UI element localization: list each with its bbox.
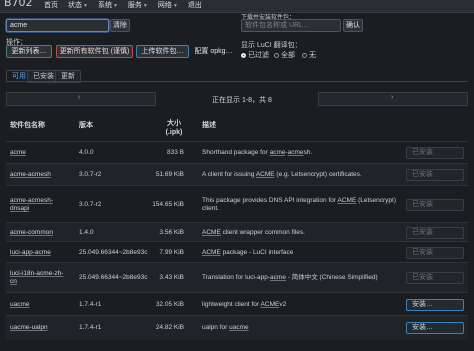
- package-version: 3.0.7-r2: [79, 201, 102, 208]
- nav-item-logout[interactable]: 退出: [184, 1, 208, 12]
- clear-filter-button[interactable]: 清除: [110, 19, 130, 32]
- table-row: acme-common 1.4.0 3.56 KiB ACME client wrap…: [6, 222, 468, 242]
- table-row: luci-i18n-acme-zh-cn 25.049.66344~2b8e93c…: [6, 262, 468, 293]
- table-row: acme-acmesh-dnsapi 3.0.7-r2 154.65 KiB This…: [6, 185, 468, 223]
- package-description: ACME client wrapper common files.: [202, 229, 305, 236]
- package-url-input[interactable]: 软件包名称或 URL…: [241, 19, 341, 32]
- upgrade-all-button[interactable]: 更新所有软件包 (谨慎): [56, 45, 133, 58]
- tab-divider: [6, 81, 468, 82]
- package-name[interactable]: luci-i18n-acme-zh-cn: [10, 270, 63, 286]
- installed-button: 已安装: [406, 169, 464, 181]
- radio-unselected-icon: [302, 52, 307, 58]
- radio-all[interactable]: 全部: [274, 50, 295, 60]
- package-name[interactable]: acme-acmesh: [10, 171, 51, 179]
- nav-item-network[interactable]: 网络▼: [154, 1, 184, 12]
- package-description: ACME package - LuCI interface: [202, 249, 294, 256]
- radio-filtered[interactable]: 已过滤: [241, 50, 269, 60]
- header-description: 描述: [202, 122, 216, 129]
- installed-button: 已安装: [406, 199, 464, 211]
- caret-down-icon: ▼: [142, 3, 148, 9]
- package-description: lightweight client for ACMEv2: [202, 301, 287, 308]
- installed-button: 已安装: [406, 147, 464, 159]
- package-version: 1.4.0: [79, 229, 94, 236]
- nav-item-label: 服务: [127, 2, 142, 9]
- nav-item-label: 状态: [68, 2, 82, 9]
- package-name[interactable]: uacme: [10, 301, 30, 309]
- package-version: 3.0.7-r2: [79, 171, 102, 178]
- package-version: 1.7.4-r1: [79, 324, 102, 331]
- nav-item-services[interactable]: 服务▼: [124, 1, 154, 12]
- package-size: 3.56 KiB: [159, 229, 184, 236]
- filter-input[interactable]: acme: [6, 19, 109, 32]
- package-description: Translation for luci-app-acme - 简体中文 (Ch…: [202, 274, 378, 281]
- table-row: uacme-ualpn 1.7.4-r1 24.82 KiB ualpn for ua…: [6, 315, 468, 340]
- package-description: A client for issuing ACME (e.g. Letsencr…: [202, 171, 362, 178]
- header-size-line2: (.ipk): [165, 129, 183, 136]
- radio-none[interactable]: 无: [302, 50, 316, 60]
- main-nav: 首页 状态▼ 系统▼ 服务▼ 网络▼ 退出: [40, 1, 208, 12]
- table-header: 软件包名称 版本 大小 (.ipk) 描述: [0, 117, 474, 139]
- package-size: 32.05 KiB: [155, 301, 184, 308]
- nav-item-label: 首页: [44, 2, 58, 9]
- installed-button: 已安装: [406, 227, 464, 239]
- caret-down-icon: ▼: [83, 3, 88, 9]
- luci-translation-label: 显示 LuCI 翻译包：: [241, 42, 302, 49]
- table-row: acme-acmesh 3.0.7-r2 51.69 KiB A client for…: [6, 163, 468, 186]
- caret-down-icon: ▼: [112, 3, 118, 9]
- radio-label: 已过滤: [248, 52, 269, 59]
- header-name: 软件包名称: [10, 122, 45, 129]
- pager-status: 正在显示 1-8，共 8: [212, 97, 272, 104]
- radio-unselected-icon: [274, 52, 279, 58]
- package-size: 3.43 KiB: [159, 274, 184, 281]
- package-size: 24.82 KiB: [155, 324, 184, 331]
- package-size: 154.65 KiB: [152, 201, 184, 208]
- package-version: 1.7.4-r1: [79, 301, 102, 308]
- header-size-line1: 大小: [167, 120, 181, 127]
- package-description: Shorthand package for acme-acmesh.: [202, 149, 313, 156]
- nav-item-label: 网络: [157, 2, 172, 9]
- package-name[interactable]: luci-app-acme: [10, 249, 51, 257]
- radio-label: 全部: [281, 52, 295, 59]
- installed-button: 已安装: [406, 272, 464, 284]
- package-description: This package provides DNS API integratio…: [202, 197, 397, 212]
- nav-item-label: 退出: [187, 2, 202, 9]
- nav-item-system[interactable]: 系统▼: [94, 1, 124, 12]
- pager-prev-button[interactable]: ‹: [6, 92, 156, 106]
- update-lists-button[interactable]: 更新列表…: [6, 45, 52, 58]
- install-button[interactable]: 安装…: [406, 322, 464, 334]
- brand-title[interactable]: B702: [4, 0, 33, 9]
- package-name[interactable]: uacme-ualpn: [10, 324, 48, 332]
- package-name[interactable]: acme-acmesh-dnsapi: [10, 197, 53, 213]
- nav-item-label: 系统: [97, 2, 112, 9]
- table-row: acme 4.0.0 833 B Shorthand package for acme…: [6, 141, 468, 164]
- table-row: luci-app-acme 25.049.66344~2b8e93c 7.99 Ki…: [6, 241, 468, 263]
- package-size: 833 B: [167, 149, 184, 156]
- header-size: 大小 (.ipk): [160, 119, 188, 137]
- nav-item-status[interactable]: 状态▼: [64, 1, 94, 12]
- table-row: uacme 1.7.4-r1 32.05 KiB lightweight client…: [6, 292, 468, 316]
- package-version: 4.0.0: [79, 149, 94, 156]
- package-size: 7.99 KiB: [159, 249, 184, 256]
- package-size: 51.69 KiB: [155, 171, 184, 178]
- configure-opkg-button[interactable]: 配置 opkg…: [192, 45, 235, 58]
- header-version: 版本: [79, 122, 93, 129]
- chevron-left-icon: ‹: [78, 94, 81, 101]
- description-line2: client.: [202, 205, 219, 212]
- confirm-install-button[interactable]: 确认: [343, 19, 363, 32]
- package-name[interactable]: acme: [10, 149, 26, 157]
- radio-selected-icon: [241, 52, 246, 58]
- install-button[interactable]: 安装…: [406, 299, 464, 311]
- upload-package-button[interactable]: 上传软件包…: [136, 45, 189, 58]
- package-description: ualpn for uacme: [202, 324, 249, 331]
- pager-next-button[interactable]: ›: [318, 92, 468, 106]
- package-name[interactable]: acme-common: [10, 229, 53, 237]
- nav-item-home[interactable]: 首页: [40, 1, 64, 12]
- caret-down-icon: ▼: [172, 3, 178, 9]
- chevron-right-icon: ›: [391, 94, 394, 101]
- top-navbar: B702 首页 状态▼ 系统▼ 服务▼ 网络▼ 退出: [0, 0, 474, 13]
- radio-label: 无: [309, 52, 316, 59]
- installed-button: 已安装: [406, 247, 464, 259]
